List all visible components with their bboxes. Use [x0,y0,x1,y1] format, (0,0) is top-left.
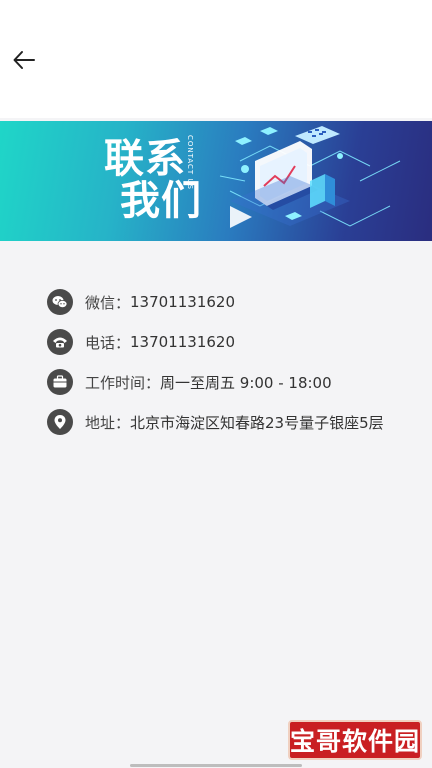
watermark-logo: 宝哥软件园 [288,720,422,760]
wechat-value: 13701131620 [130,293,235,311]
home-indicator[interactable] [130,764,302,767]
contact-content: 微信： 13701131620 电话： 13701131620 工作时间： 周一… [0,241,432,768]
briefcase-icon [47,369,73,395]
hours-label: 工作时间： [85,373,161,392]
banner-subtitle: CONTACT US [186,135,194,190]
wechat-row[interactable]: 微信： 13701131620 [47,289,235,315]
contact-banner: 联系 我们 CONTACT US [0,121,432,241]
phone-icon [47,329,73,355]
arrow-left-icon [13,51,35,69]
hours-row: 工作时间： 周一至周五 9:00 - 18:00 [47,369,332,395]
wechat-icon [47,289,73,315]
isometric-tech-illustration [219,126,401,228]
address-label: 地址： [85,413,131,432]
app-header [0,0,432,118]
wechat-label: 微信： [85,293,131,312]
back-button[interactable] [8,44,40,76]
hours-value: 周一至周五 9:00 - 18:00 [160,373,332,392]
phone-row[interactable]: 电话： 13701131620 [47,329,235,355]
address-value: 北京市海淀区知春路23号量子银座5层 [130,413,384,432]
address-row[interactable]: 地址： 北京市海淀区知春路23号量子银座5层 [47,409,384,435]
phone-value: 13701131620 [130,333,235,351]
location-pin-icon [47,409,73,435]
phone-label: 电话： [85,333,131,352]
banner-title-line1: 联系 [104,136,186,182]
